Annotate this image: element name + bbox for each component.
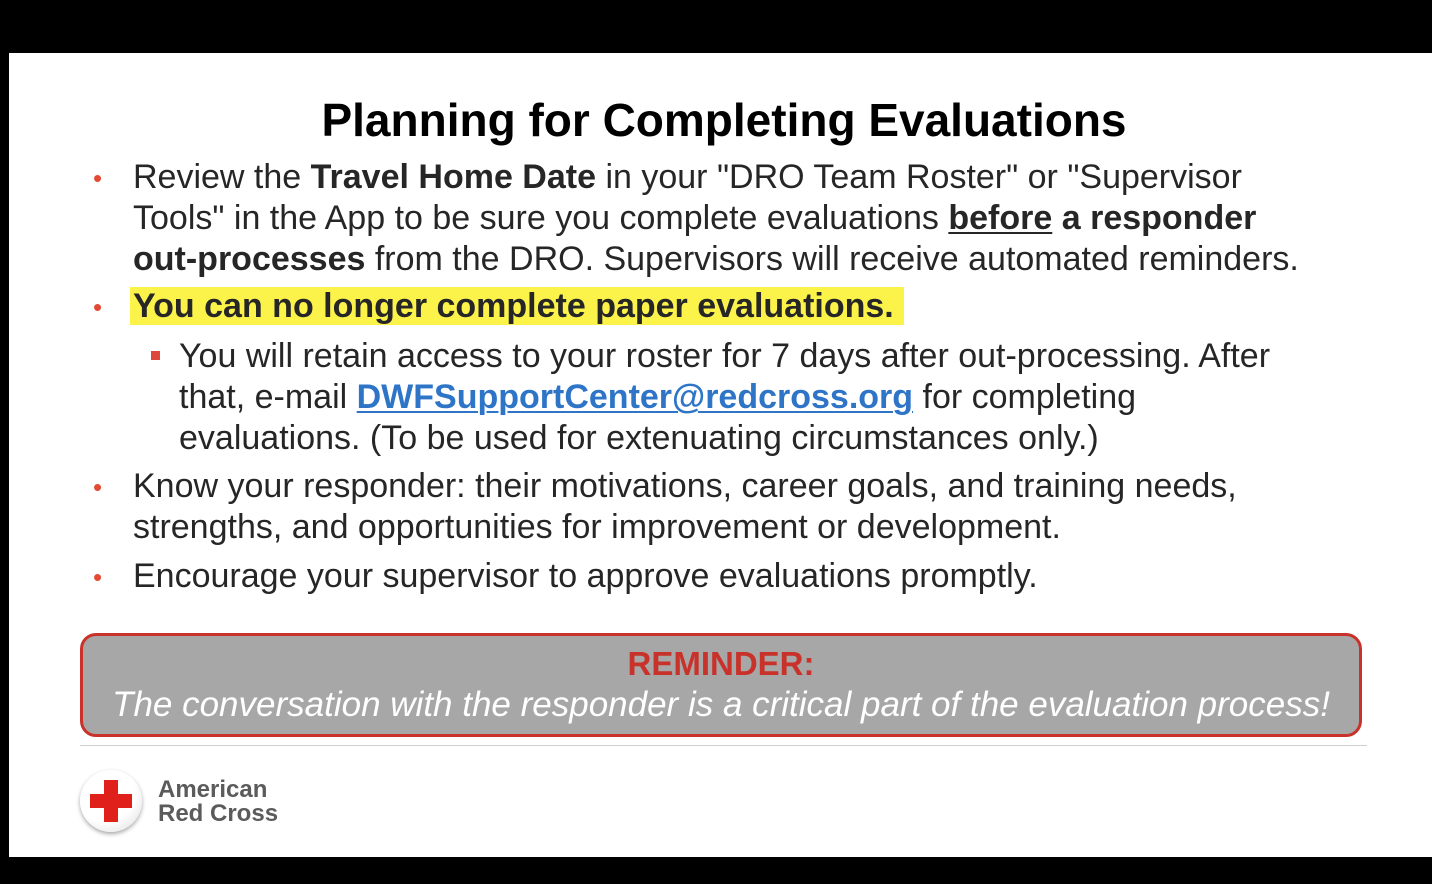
bullet-marker: •: [93, 292, 103, 322]
highlighted-text: You can no longer complete paper evaluat…: [130, 287, 904, 325]
bullet-marker: •: [93, 472, 103, 502]
footer-divider: [80, 745, 1367, 746]
slide: Planning for Completing Evaluations • Re…: [9, 53, 1432, 857]
bullet-travel-home-date: Review the Travel Home Date in your "DRO…: [133, 158, 1299, 278]
bullet-know-your-responder: Know your responder: their motivations, …: [133, 467, 1237, 546]
bullet-marker: •: [93, 163, 103, 193]
reminder-box: REMINDER: The conversation with the resp…: [80, 633, 1362, 737]
reminder-text: The conversation with the responder is a…: [112, 685, 1330, 724]
bullet-encourage-supervisor: Encourage your supervisor to approve eva…: [133, 557, 1038, 595]
bullet-no-paper-evaluations: You can no longer complete paper evaluat…: [130, 286, 1413, 327]
reminder-title: REMINDER:: [627, 645, 815, 682]
american-red-cross-logo: American Red Cross: [80, 770, 300, 840]
slide-title: Planning for Completing Evaluations: [321, 94, 1127, 146]
logo-wordmark: American Red Cross: [158, 776, 279, 827]
bullet-marker: •: [93, 562, 103, 592]
red-cross-icon: [80, 770, 142, 832]
sub-bullet-roster-access: You will retain access to your roster fo…: [179, 337, 1271, 457]
support-email-link[interactable]: DWFSupportCenter@redcross.org: [357, 378, 913, 416]
sub-bullet-marker: [151, 351, 160, 360]
